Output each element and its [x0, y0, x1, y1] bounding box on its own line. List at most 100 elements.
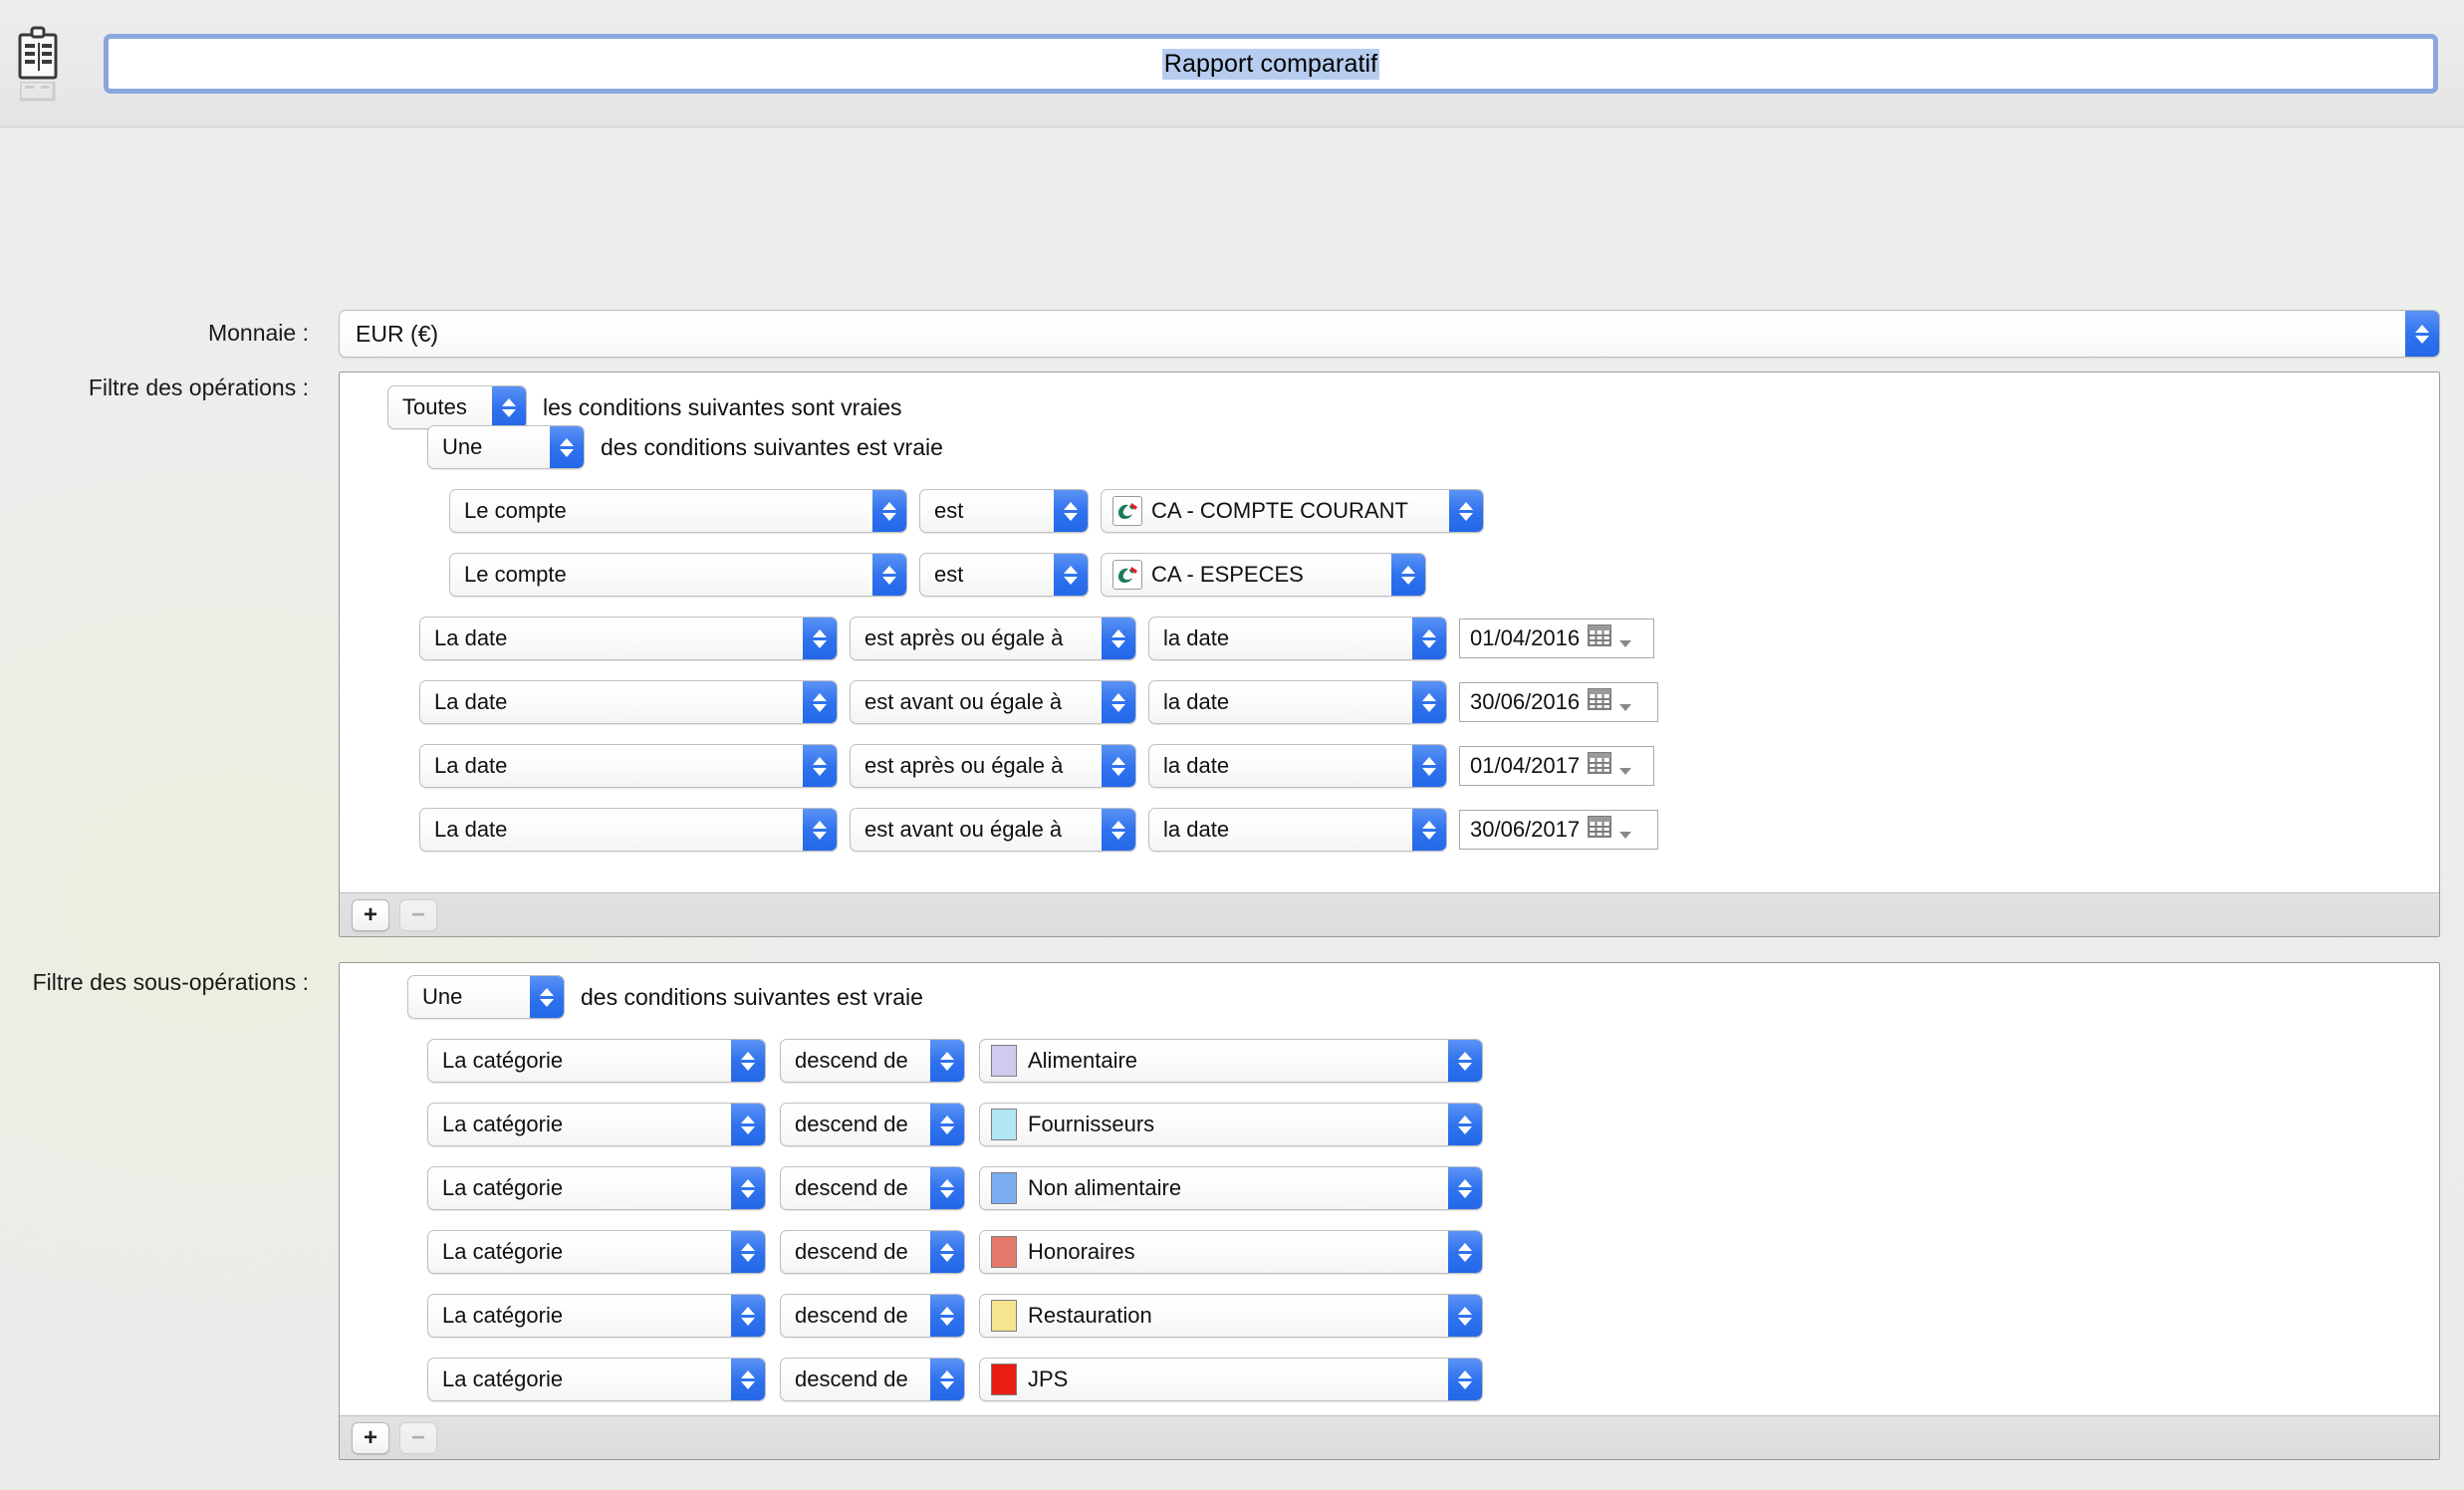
chevron-updown-icon[interactable]	[930, 1040, 964, 1082]
category-value-popup[interactable]: Fournisseurs	[979, 1103, 1483, 1146]
category-field-popup[interactable]: La catégorie	[427, 1039, 766, 1083]
date-input[interactable]: 30/06/2016	[1459, 682, 1658, 722]
operations-root-quantifier-popup[interactable]: Toutes	[387, 385, 527, 429]
date-modifier-popup[interactable]: la date	[1148, 808, 1447, 852]
date-field-popup[interactable]: La date	[419, 617, 838, 660]
chevron-updown-icon[interactable]	[530, 976, 564, 1018]
operations-add-condition-button[interactable]: +	[352, 898, 389, 931]
date-dropdown-triangle-icon[interactable]	[1619, 639, 1632, 647]
chevron-updown-icon[interactable]	[803, 809, 837, 851]
operations-remove-condition-button[interactable]: −	[399, 898, 437, 931]
category-value-popup[interactable]: JPS	[979, 1358, 1483, 1401]
calendar-icon[interactable]	[1587, 751, 1612, 780]
category-operator-popup[interactable]: descend de	[780, 1166, 965, 1210]
chevron-updown-icon[interactable]	[731, 1104, 765, 1145]
category-operator-popup[interactable]: descend de	[780, 1103, 965, 1146]
currency-stepper-icon[interactable]	[2405, 311, 2439, 357]
chevron-updown-icon[interactable]	[803, 745, 837, 787]
category-operator-popup[interactable]: descend de	[780, 1358, 965, 1401]
date-modifier-value: la date	[1163, 817, 1230, 842]
chevron-updown-icon[interactable]	[930, 1104, 964, 1145]
date-dropdown-triangle-icon[interactable]	[1619, 703, 1632, 711]
account-field-popup[interactable]: Le compte	[449, 553, 907, 597]
date-modifier-popup[interactable]: la date	[1148, 744, 1447, 788]
date-operator-popup[interactable]: est avant ou égale à	[850, 680, 1136, 724]
chevron-updown-icon[interactable]	[1448, 1104, 1482, 1145]
report-title-input[interactable]: Rapport comparatif	[108, 38, 2434, 90]
chevron-updown-icon[interactable]	[550, 426, 584, 468]
chevron-updown-icon[interactable]	[731, 1167, 765, 1209]
chevron-updown-icon[interactable]	[731, 1040, 765, 1082]
chevron-updown-icon[interactable]	[731, 1295, 765, 1337]
chevron-updown-icon[interactable]	[930, 1359, 964, 1400]
chevron-updown-icon[interactable]	[1448, 1040, 1482, 1082]
account-operator-popup[interactable]: est	[919, 553, 1089, 597]
date-dropdown-triangle-icon[interactable]	[1619, 767, 1632, 775]
chevron-updown-icon[interactable]	[1449, 490, 1483, 532]
chevron-updown-icon[interactable]	[1412, 681, 1446, 723]
category-value-popup[interactable]: Restauration	[979, 1294, 1483, 1338]
suboperations-add-condition-button[interactable]: +	[352, 1421, 389, 1454]
date-operator-popup[interactable]: est après ou égale à	[850, 744, 1136, 788]
chevron-updown-icon[interactable]	[872, 554, 906, 596]
date-dropdown-triangle-icon[interactable]	[1619, 831, 1632, 839]
chevron-updown-icon[interactable]	[1412, 618, 1446, 659]
chevron-updown-icon[interactable]	[1102, 681, 1135, 723]
category-operator-popup[interactable]: descend de	[780, 1230, 965, 1274]
chevron-updown-icon[interactable]	[803, 681, 837, 723]
suboperations-remove-condition-button[interactable]: −	[399, 1421, 437, 1454]
chevron-updown-icon[interactable]	[731, 1359, 765, 1400]
calendar-icon[interactable]	[1587, 687, 1612, 716]
category-field-popup[interactable]: La catégorie	[427, 1358, 766, 1401]
category-operator-popup[interactable]: descend de	[780, 1039, 965, 1083]
chevron-updown-icon[interactable]	[1448, 1167, 1482, 1209]
chevron-updown-icon[interactable]	[1448, 1231, 1482, 1273]
date-modifier-popup[interactable]: la date	[1148, 680, 1447, 724]
chevron-updown-icon[interactable]	[872, 490, 906, 532]
account-value-popup[interactable]: CA - ESPECES	[1101, 553, 1426, 597]
chevron-updown-icon[interactable]	[930, 1167, 964, 1209]
chevron-updown-icon[interactable]	[1412, 809, 1446, 851]
category-field-popup[interactable]: La catégorie	[427, 1103, 766, 1146]
operations-group-quantifier-popup[interactable]: Une	[427, 425, 585, 469]
account-condition-row: Le compte est CA - ESPECES	[449, 553, 1426, 597]
chevron-updown-icon[interactable]	[492, 386, 526, 428]
chevron-updown-icon[interactable]	[1054, 490, 1088, 532]
suboperations-group-quantifier-popup[interactable]: Une	[407, 975, 565, 1019]
date-field-popup[interactable]: La date	[419, 744, 838, 788]
category-field-popup[interactable]: La catégorie	[427, 1294, 766, 1338]
category-value-popup[interactable]: Alimentaire	[979, 1039, 1483, 1083]
currency-popup[interactable]: EUR (€)	[339, 310, 2440, 358]
date-operator-popup[interactable]: est après ou égale à	[850, 617, 1136, 660]
chevron-updown-icon[interactable]	[1102, 745, 1135, 787]
category-field-popup[interactable]: La catégorie	[427, 1230, 766, 1274]
chevron-updown-icon[interactable]	[1391, 554, 1425, 596]
category-field-popup[interactable]: La catégorie	[427, 1166, 766, 1210]
category-value-popup[interactable]: Honoraires	[979, 1230, 1483, 1274]
date-field-popup[interactable]: La date	[419, 808, 838, 852]
calendar-icon[interactable]	[1587, 623, 1612, 652]
date-input[interactable]: 01/04/2017	[1459, 746, 1654, 786]
chevron-updown-icon[interactable]	[731, 1231, 765, 1273]
account-value-popup[interactable]: CA - COMPTE COURANT	[1101, 489, 1484, 533]
chevron-updown-icon[interactable]	[1102, 809, 1135, 851]
chevron-updown-icon[interactable]	[930, 1231, 964, 1273]
chevron-updown-icon[interactable]	[930, 1295, 964, 1337]
date-modifier-popup[interactable]: la date	[1148, 617, 1447, 660]
chevron-updown-icon[interactable]	[803, 618, 837, 659]
account-operator-popup[interactable]: est	[919, 489, 1089, 533]
date-input[interactable]: 30/06/2017	[1459, 810, 1658, 850]
chevron-updown-icon[interactable]	[1412, 745, 1446, 787]
calendar-icon[interactable]	[1587, 815, 1612, 844]
date-field-popup[interactable]: La date	[419, 680, 838, 724]
report-title-field[interactable]: Rapport comparatif	[108, 38, 2434, 90]
chevron-updown-icon[interactable]	[1448, 1359, 1482, 1400]
account-field-popup[interactable]: Le compte	[449, 489, 907, 533]
date-input[interactable]: 01/04/2016	[1459, 619, 1654, 658]
chevron-updown-icon[interactable]	[1448, 1295, 1482, 1337]
date-operator-popup[interactable]: est avant ou égale à	[850, 808, 1136, 852]
chevron-updown-icon[interactable]	[1102, 618, 1135, 659]
category-value-popup[interactable]: Non alimentaire	[979, 1166, 1483, 1210]
category-operator-popup[interactable]: descend de	[780, 1294, 965, 1338]
chevron-updown-icon[interactable]	[1054, 554, 1088, 596]
